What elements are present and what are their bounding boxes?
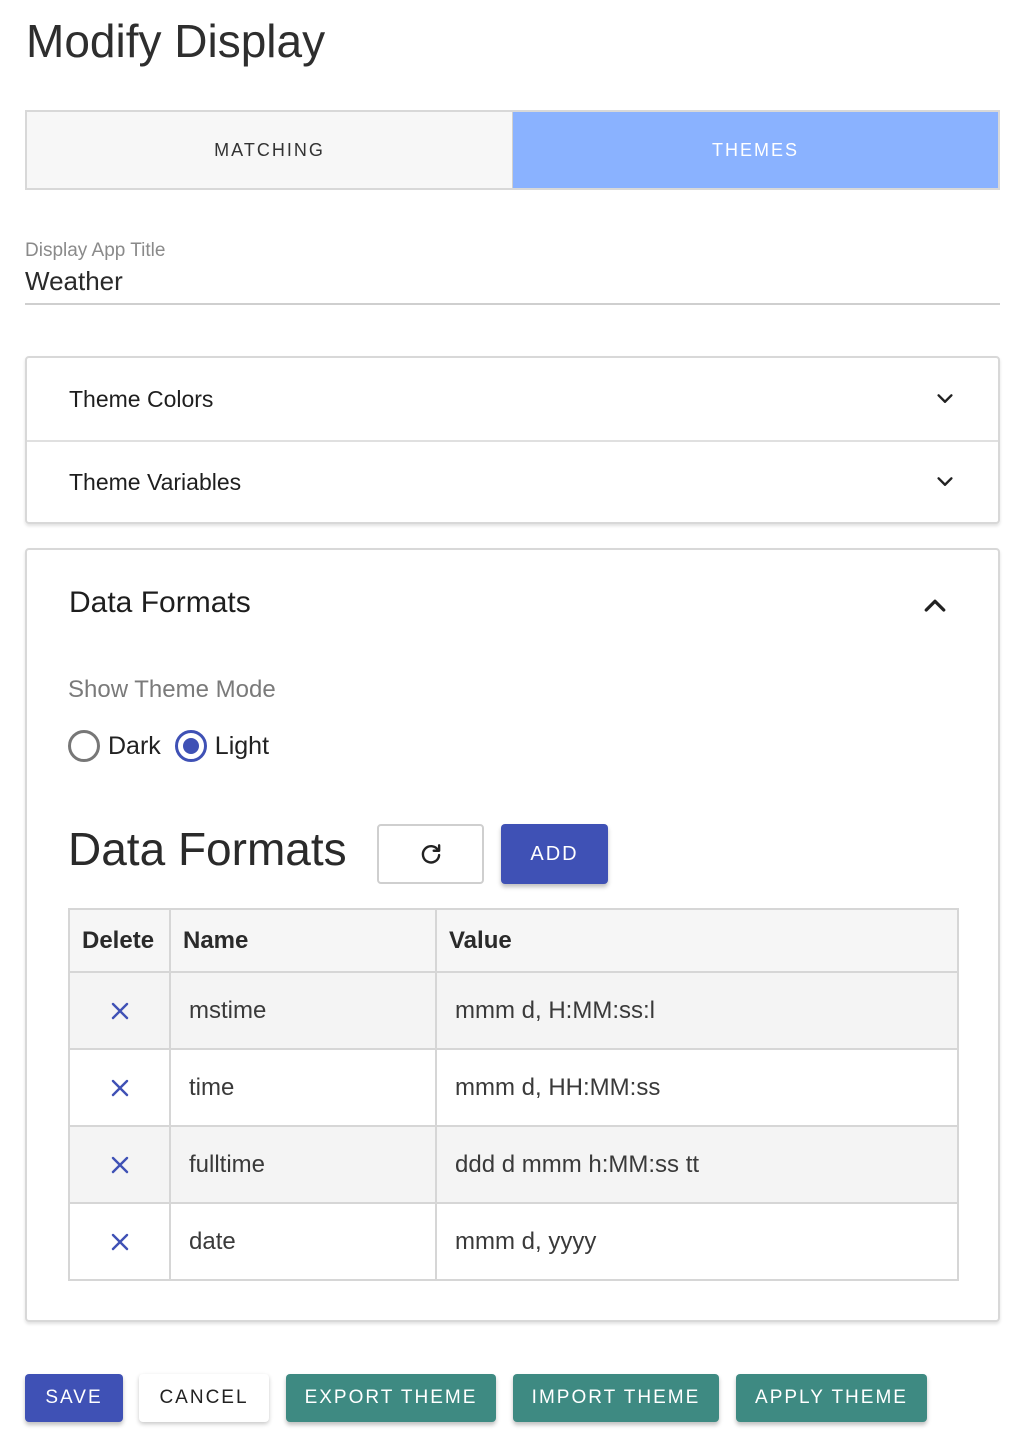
accordion-theme-variables-label: Theme Variables — [69, 468, 242, 495]
close-icon[interactable] — [110, 1078, 130, 1098]
export-theme-button[interactable]: EXPORT THEME — [286, 1374, 496, 1422]
radio-light[interactable] — [174, 730, 207, 762]
add-button[interactable]: ADD — [501, 824, 608, 884]
table-row: date mmm d, yyyy — [68, 1202, 959, 1281]
theme-accordion: Theme Colors Theme Variables — [25, 356, 1000, 524]
format-value-cell[interactable]: ddd d mmm h:MM:ss tt — [435, 1125, 959, 1204]
accordion-theme-colors[interactable]: Theme Colors — [27, 358, 998, 440]
radio-dark[interactable] — [68, 730, 100, 762]
data-formats-table: Delete Name Value mstime mmm d, H:MM:ss:… — [68, 908, 959, 1281]
table-header-row: Delete Name Value — [68, 908, 959, 973]
column-header-name: Name — [169, 908, 437, 973]
format-name-cell[interactable]: time — [169, 1048, 437, 1127]
cancel-button[interactable]: CANCEL — [139, 1374, 269, 1422]
refresh-button[interactable] — [377, 824, 484, 884]
data-formats-panel-header: Data Formats — [69, 586, 251, 619]
radio-dark-label: Dark — [108, 731, 161, 760]
radio-light-label: Light — [214, 731, 270, 760]
column-header-value: Value — [435, 908, 959, 973]
display-app-title-input[interactable] — [25, 262, 1000, 305]
apply-theme-button[interactable]: APPLY THEME — [736, 1374, 927, 1422]
close-icon[interactable] — [110, 1001, 130, 1021]
data-formats-title: Data Formats — [68, 823, 347, 875]
import-theme-button[interactable]: IMPORT THEME — [513, 1374, 719, 1422]
accordion-theme-colors-label: Theme Colors — [69, 385, 214, 412]
format-name-cell[interactable]: date — [169, 1202, 437, 1281]
table-row: fulltime ddd d mmm h:MM:ss tt — [68, 1125, 959, 1204]
delete-cell — [68, 1125, 171, 1204]
delete-cell — [68, 1048, 171, 1127]
display-app-title-field: Display App Title — [25, 240, 1000, 305]
page-title: Modify Display — [26, 15, 326, 67]
save-button[interactable]: SAVE — [25, 1374, 123, 1422]
delete-cell — [68, 1202, 171, 1281]
tab-themes[interactable]: THEMES — [513, 112, 998, 188]
tab-bar: MATCHING THEMES — [25, 110, 1000, 190]
chevron-down-icon — [937, 394, 953, 403]
format-name-cell[interactable]: mstime — [169, 971, 437, 1050]
table-row: mstime mmm d, H:MM:ss:l — [68, 971, 959, 1050]
close-icon[interactable] — [110, 1155, 130, 1175]
chevron-up-icon[interactable] — [920, 590, 950, 620]
chevron-down-icon — [937, 477, 953, 486]
column-header-delete: Delete — [68, 908, 171, 973]
theme-mode-label: Show Theme Mode — [68, 676, 276, 703]
refresh-icon — [421, 844, 440, 864]
format-value-cell[interactable]: mmm d, yyyy — [435, 1202, 959, 1281]
format-value-cell[interactable]: mmm d, HH:MM:ss — [435, 1048, 959, 1127]
table-row: time mmm d, HH:MM:ss — [68, 1048, 959, 1127]
format-name-cell[interactable]: fulltime — [169, 1125, 437, 1204]
accordion-theme-variables[interactable]: Theme Variables — [27, 440, 998, 522]
display-app-title-label: Display App Title — [25, 240, 166, 261]
data-formats-panel: Data Formats Show Theme Mode Dark Light … — [25, 548, 1000, 1322]
delete-cell — [68, 971, 171, 1050]
close-icon[interactable] — [110, 1232, 130, 1252]
theme-mode-radio-group: Dark Light — [68, 730, 283, 762]
format-value-cell[interactable]: mmm d, H:MM:ss:l — [435, 971, 959, 1050]
tab-matching[interactable]: MATCHING — [27, 112, 513, 188]
